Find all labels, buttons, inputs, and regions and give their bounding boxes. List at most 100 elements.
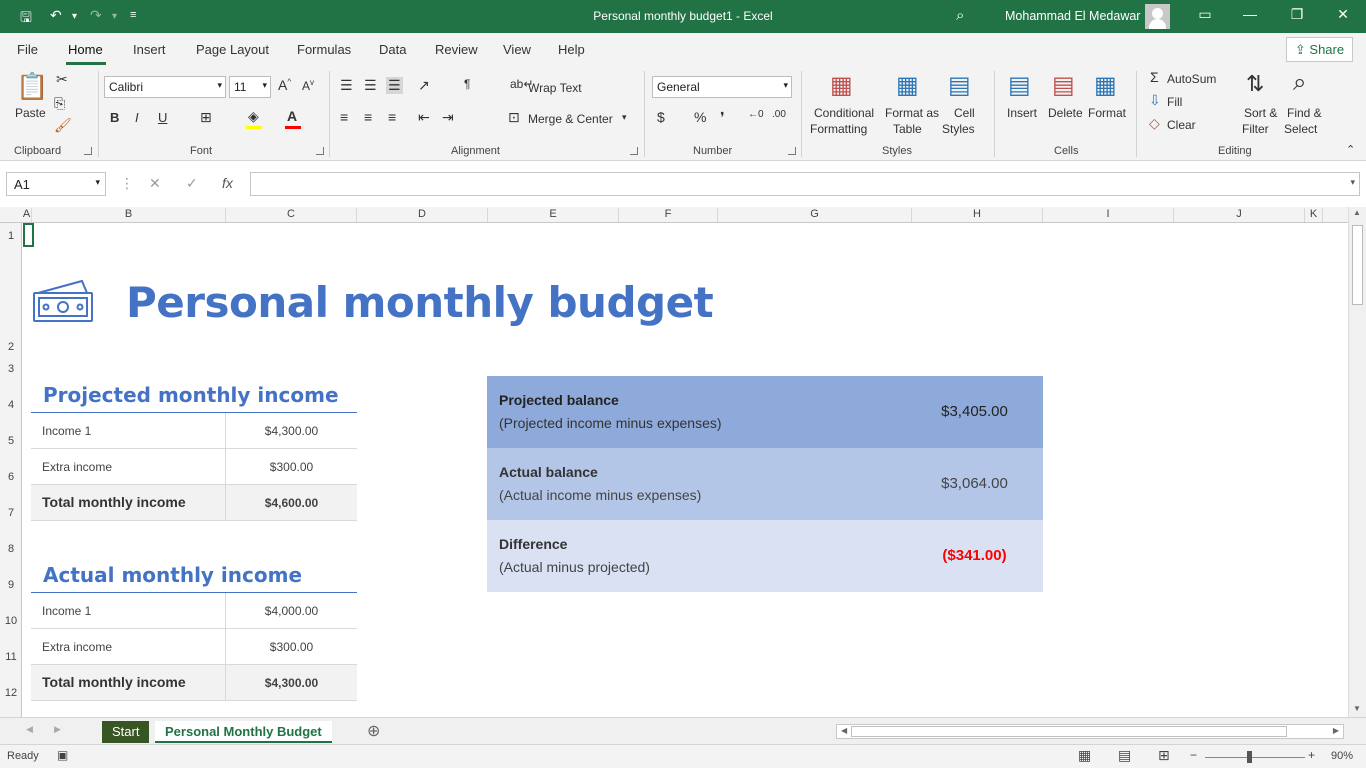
italic-button[interactable]: I — [135, 110, 139, 125]
format-cells-button[interactable]: Format — [1088, 106, 1126, 120]
scroll-right-icon[interactable]: ▶ — [1333, 726, 1339, 735]
format-painter-icon[interactable]: 🖌 — [54, 117, 72, 134]
sort-filter-label-2[interactable]: Filter — [1242, 122, 1269, 136]
number-dialog-launcher[interactable] — [788, 147, 796, 155]
column-header-b[interactable]: B — [32, 208, 226, 222]
zoom-slider[interactable] — [1205, 757, 1305, 758]
clear-icon[interactable]: ◇ — [1149, 115, 1160, 132]
sheet-tab-start[interactable]: Start — [102, 721, 150, 743]
row-header-12[interactable]: 12 — [0, 687, 22, 699]
tab-review[interactable]: Review — [435, 42, 478, 57]
row-header-4[interactable]: 4 — [0, 399, 22, 411]
row-header-1[interactable]: 1 — [0, 230, 22, 242]
horizontal-scroll-thumb[interactable] — [851, 726, 1287, 737]
font-name-select[interactable]: Calibri ▾ — [104, 76, 226, 98]
find-select-label[interactable]: Find & — [1287, 106, 1322, 120]
minimize-icon[interactable]: — — [1240, 6, 1260, 22]
bold-button[interactable]: B — [110, 110, 119, 125]
column-header-h[interactable]: H — [912, 208, 1043, 222]
find-select-label-2[interactable]: Select — [1284, 122, 1317, 136]
insert-cells-icon[interactable]: ▤ — [1008, 71, 1031, 100]
clear-button[interactable]: Clear — [1167, 118, 1196, 132]
cut-icon[interactable]: ✂ — [56, 71, 68, 88]
scroll-up-icon[interactable]: ▲ — [1353, 208, 1361, 217]
column-header-i[interactable]: I — [1043, 208, 1174, 222]
zoom-in-icon[interactable]: + — [1308, 748, 1315, 762]
projected-balance-card[interactable]: Projected balance (Projected income minu… — [487, 376, 1043, 448]
horizontal-scrollbar[interactable]: ◀ ▶ — [836, 724, 1344, 739]
column-header-e[interactable]: E — [488, 208, 619, 222]
alignment-dialog-launcher[interactable] — [630, 147, 638, 155]
total-row[interactable]: Total monthly income $4,300.00 — [31, 665, 357, 701]
cell-styles-icon[interactable]: ▤ — [948, 71, 971, 100]
column-header-g[interactable]: G — [718, 208, 912, 222]
comma-icon[interactable]: ❜ — [720, 109, 725, 126]
row-header-6[interactable]: 6 — [0, 471, 22, 483]
orientation-icon[interactable]: ↗ — [418, 77, 430, 94]
active-cell-a1[interactable] — [23, 223, 34, 247]
font-size-select[interactable]: 11 ▾ — [229, 76, 271, 98]
tab-data[interactable]: Data — [379, 42, 406, 57]
column-header-k[interactable]: K — [1305, 208, 1323, 222]
autosum-button[interactable]: AutoSum — [1167, 72, 1216, 86]
paste-label[interactable]: Paste — [15, 106, 46, 120]
scroll-thumb[interactable] — [1352, 225, 1363, 305]
search-icon[interactable]: ⌕ — [956, 7, 964, 24]
font-color-icon[interactable]: A — [287, 108, 297, 124]
avatar[interactable] — [1145, 4, 1170, 29]
table-row[interactable]: Extra income $300.00 — [31, 449, 357, 485]
paste-icon[interactable]: 📋 — [16, 71, 48, 102]
enter-icon[interactable]: ✓ — [186, 175, 198, 192]
collapse-ribbon-icon[interactable]: ⌃ — [1346, 143, 1355, 156]
name-box[interactable]: A1 ▾ — [6, 172, 106, 196]
currency-icon[interactable]: $ — [657, 109, 665, 125]
format-as-table-label-2[interactable]: Table — [893, 122, 922, 136]
align-left-icon[interactable]: ≡ — [340, 109, 348, 125]
actual-balance-card[interactable]: Actual balance (Actual income minus expe… — [487, 448, 1043, 520]
number-format-select[interactable]: General ▾ — [652, 76, 792, 98]
user-name[interactable]: Mohammad El Medawar — [1005, 9, 1140, 23]
tab-file[interactable]: File — [17, 42, 38, 57]
tab-insert[interactable]: Insert — [133, 42, 166, 57]
select-all-corner[interactable] — [0, 207, 22, 222]
row-header-5[interactable]: 5 — [0, 435, 22, 447]
delete-cells-button[interactable]: Delete — [1048, 106, 1083, 120]
row-header-11[interactable]: 11 — [0, 651, 22, 663]
insert-function-icon[interactable]: fx — [222, 175, 233, 191]
row-header-10[interactable]: 10 — [0, 615, 22, 627]
row-header-8[interactable]: 8 — [0, 543, 22, 555]
table-row[interactable]: Extra income $300.00 — [31, 629, 357, 665]
share-button[interactable]: ⇪ Share — [1286, 37, 1353, 62]
borders-icon[interactable]: ⊞ — [200, 109, 212, 126]
bottom-align-icon[interactable]: ☰ — [386, 77, 403, 94]
percent-icon[interactable]: % — [694, 109, 706, 125]
cell-styles-label-2[interactable]: Styles — [942, 122, 975, 136]
zoom-slider-thumb[interactable] — [1247, 751, 1252, 763]
fill-icon[interactable]: ⇩ — [1149, 92, 1161, 109]
vertical-scrollbar[interactable]: ▲ ▼ — [1348, 207, 1366, 717]
font-dialog-launcher[interactable] — [316, 147, 324, 155]
decrease-font-icon[interactable]: Av — [302, 78, 314, 93]
cell-styles-label[interactable]: Cell — [954, 106, 975, 120]
increase-indent-icon[interactable]: ⇥ — [442, 109, 454, 126]
format-cells-icon[interactable]: ▦ — [1094, 71, 1117, 100]
worksheet-grid[interactable]: Personal monthly budget Projected monthl… — [22, 223, 1346, 717]
zoom-level[interactable]: 90% — [1331, 750, 1353, 762]
add-sheet-icon[interactable]: ⊕ — [367, 721, 380, 741]
top-align-icon[interactable]: ☰ — [340, 77, 353, 94]
delete-cells-icon[interactable]: ▤ — [1052, 71, 1075, 100]
merge-center-icon[interactable]: ⊡ — [508, 109, 520, 126]
sort-filter-label[interactable]: Sort & — [1244, 106, 1277, 120]
total-row[interactable]: Total monthly income $4,600.00 — [31, 485, 357, 521]
page-layout-view-icon[interactable]: ▤ — [1118, 747, 1131, 764]
conditional-formatting-label[interactable]: Conditional — [814, 106, 874, 120]
tab-page-layout[interactable]: Page Layout — [196, 42, 269, 57]
difference-card[interactable]: Difference (Actual minus projected) ($34… — [487, 520, 1043, 592]
underline-button[interactable]: U — [158, 110, 167, 125]
column-header-c[interactable]: C — [226, 208, 357, 222]
tab-formulas[interactable]: Formulas — [297, 42, 351, 57]
increase-font-icon[interactable]: A^ — [278, 77, 291, 93]
copy-icon[interactable]: ⎘ — [54, 95, 65, 112]
align-center-icon[interactable]: ≡ — [364, 109, 372, 125]
scroll-left-icon[interactable]: ◀ — [841, 726, 847, 735]
